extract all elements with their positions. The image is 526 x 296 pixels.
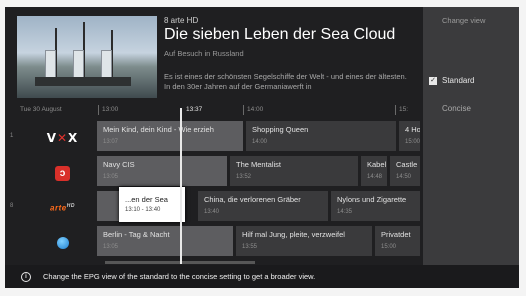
- channel-number: 1: [10, 133, 14, 139]
- program-cell[interactable]: Navy CIS 13:05: [97, 156, 227, 186]
- program-cell[interactable]: Kabel 14:48: [361, 156, 387, 186]
- channel-row: ↄ Navy CIS 13:05 The Mentalist 13:52 Kabel…: [5, 156, 420, 189]
- selected-program-cell[interactable]: ...en der Sea 13:10 - 13:40: [119, 187, 185, 222]
- program-cell[interactable]: Nylons und Zigarette 14:35: [331, 191, 420, 221]
- program-cell[interactable]: Shopping Queen 14:00: [246, 121, 396, 151]
- program-title: Die sieben Leben der Sea Cloud: [164, 26, 396, 43]
- channel-row: Berlin - Tag & Nacht 13:05 Hilf mal Jung,…: [5, 226, 420, 259]
- program-subtitle: Auf Besuch in Russland: [164, 49, 244, 58]
- time-ruler: Tue 30 August 13:00 13:37 14:00 15:: [5, 105, 420, 117]
- program-cell[interactable]: Mein Kind, dein Kind - Wie erzieh 13:07: [97, 121, 243, 151]
- info-icon: i: [21, 271, 31, 282]
- tv-epg-screen: 8 arte HD Die sieben Leben der Sea Cloud…: [5, 7, 519, 288]
- view-option-concise[interactable]: Concise: [429, 103, 515, 116]
- channel-number: 8: [10, 203, 14, 209]
- program-cell[interactable]: The Mentalist 13:52: [230, 156, 358, 186]
- program-cell[interactable]: Privatdet 15:00: [375, 226, 420, 256]
- zdf-logo: [35, 232, 90, 254]
- program-thumbnail: [17, 16, 157, 98]
- current-time-indicator: [180, 108, 182, 264]
- ruler-time: 14:00: [247, 106, 264, 113]
- program-cell[interactable]: China, die verlorenen Gräber 13:40: [198, 191, 328, 221]
- program-cell[interactable]: 4 Hoc15:00: [399, 121, 420, 151]
- vox-logo: V✕X: [46, 131, 79, 145]
- ruler-time: 13:00: [102, 106, 119, 113]
- tip-bar: i Change the EPG view of the standard to…: [5, 265, 519, 288]
- ruler-date: Tue 30 August: [20, 106, 62, 113]
- program-cell[interactable]: Berlin - Tag & Nacht 13:05: [97, 226, 233, 256]
- program-cell[interactable]: Hilf mal Jung, pleite, verzweifel 13:55: [236, 226, 372, 256]
- checkbox-checked-icon[interactable]: ✓: [429, 77, 437, 85]
- arte-hd-logo: arteHD: [50, 203, 75, 213]
- channel-row: 1 V✕X Mein Kind, dein Kind - Wie erzieh 1…: [5, 121, 420, 154]
- channel-row: 8 arteHD ...en der Sea 13:10 - 13:40 Chin…: [5, 187, 420, 224]
- change-view-panel: Change view ✓ Standard Concise: [423, 7, 519, 265]
- ruler-current-time: 13:37: [186, 106, 203, 113]
- rtl-logo: ↄ: [35, 162, 90, 184]
- channel-line: 8 arte HD: [164, 16, 199, 25]
- program-description: Es ist eines der schönsten Segelschiffe …: [164, 72, 407, 91]
- ruler-time: 15:: [399, 106, 409, 113]
- program-cell[interactable]: Castle 14:50: [390, 156, 420, 186]
- view-option-standard[interactable]: ✓ Standard: [429, 75, 515, 88]
- tip-text: Change the EPG view of the standard to t…: [43, 272, 316, 281]
- change-view-title: Change view: [442, 16, 486, 25]
